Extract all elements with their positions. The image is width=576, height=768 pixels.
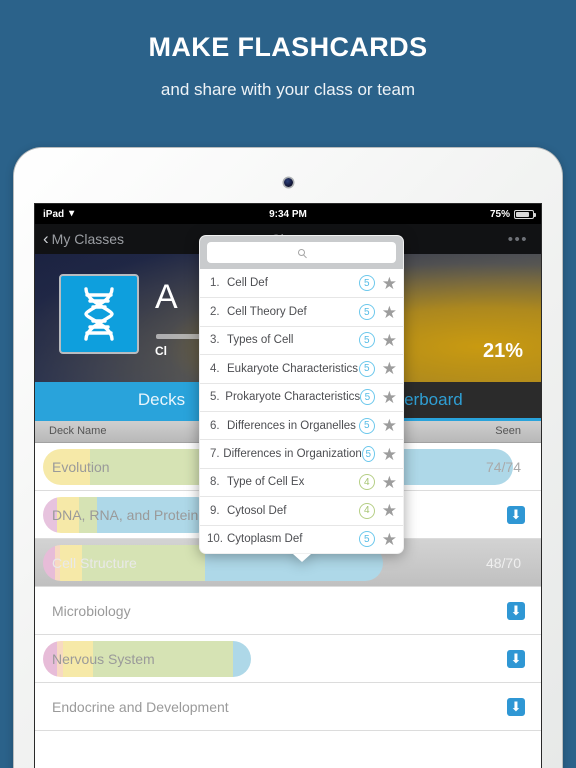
status-bar-right: 75%: [489, 208, 536, 220]
star-icon[interactable]: ★: [382, 275, 397, 292]
status-badge: 5: [361, 446, 375, 463]
list-item-label: Eukaryote Characteristics: [227, 362, 359, 375]
class-name: A: [155, 278, 178, 316]
list-item-number: 1.: [210, 277, 220, 290]
table-row[interactable]: Nervous System ⬇: [35, 635, 541, 683]
status-badge: 5: [358, 332, 375, 349]
deck-name-label: Nervous System: [52, 650, 155, 667]
table-row[interactable]: Endocrine and Development ⬇: [35, 683, 541, 731]
list-item-label: Differences in Organelles: [227, 419, 356, 432]
download-icon[interactable]: ⬇: [507, 649, 525, 668]
deck-name-label: DNA, RNA, and Protein: [52, 506, 199, 523]
list-item-label: Differences in Organization: [223, 448, 362, 461]
search-input[interactable]: [207, 242, 396, 263]
list-item-number: 8.: [210, 476, 220, 489]
star-icon[interactable]: ★: [382, 304, 397, 321]
list-item-number: 2.: [210, 306, 220, 319]
status-badge: 5: [358, 304, 375, 321]
list-item[interactable]: 1. Cell Def 5 ★: [200, 269, 403, 297]
status-bar: iPad ▾ 9:34 PM 75%: [35, 204, 541, 224]
list-item-label: Prokaryote Characteristics: [225, 391, 361, 404]
status-bar-clock: 9:34 PM: [269, 208, 307, 220]
list-item-number: 10.: [207, 533, 223, 546]
promo-title: MAKE FLASHCARDS: [148, 32, 428, 62]
list-item-label: Cytosol Def: [227, 504, 287, 517]
status-badge: 4: [358, 502, 375, 519]
list-item[interactable]: 4. Eukaryote Characteristics 5 ★: [200, 354, 403, 382]
promo-banner: MAKE FLASHCARDS and share with your clas…: [0, 0, 576, 100]
star-icon[interactable]: ★: [382, 360, 397, 377]
status-badge: 5: [358, 360, 375, 377]
list-item-label: Cell Theory Def: [227, 306, 307, 319]
list-item-label: Cytoplasm Def: [227, 533, 303, 546]
popover-tail: [292, 553, 311, 562]
star-icon[interactable]: ★: [382, 417, 397, 434]
list-item-number: 4.: [210, 362, 220, 375]
status-badge: 5: [360, 389, 375, 406]
popover-search-bar: [200, 236, 403, 269]
more-options-button[interactable]: •••: [508, 232, 528, 247]
list-item[interactable]: 6. Differences in Organelles 5 ★: [200, 410, 403, 439]
star-icon[interactable]: ★: [382, 502, 397, 519]
column-header-deck-name: Deck Name: [49, 425, 107, 437]
star-icon[interactable]: ★: [382, 531, 397, 548]
deck-name-label: Cell Structure: [52, 554, 137, 571]
list-item[interactable]: 5. Prokaryote Characteristics 5 ★: [200, 382, 403, 411]
column-header-seen: Seen: [495, 425, 521, 437]
star-icon[interactable]: ★: [382, 474, 397, 491]
ipad-device-frame: iPad ▾ 9:34 PM 75% ‹ My Classes Class ••…: [14, 148, 562, 768]
download-icon[interactable]: ⬇: [507, 505, 525, 524]
list-item-label: Types of Cell: [227, 334, 294, 347]
status-badge: 5: [358, 417, 375, 434]
class-subtitle: Cl: [155, 344, 167, 358]
deck-name-label: Microbiology: [52, 602, 131, 619]
class-progress-percent: 21%: [482, 340, 523, 362]
popover-item-list: 1. Cell Def 5 ★ 2. Cell Theory Def 5 ★ 3. Types o…: [200, 269, 403, 553]
list-item-number: 3.: [210, 334, 220, 347]
status-badge: 5: [358, 531, 375, 548]
star-icon[interactable]: ★: [382, 332, 397, 349]
list-item-label: Type of Cell Ex: [227, 476, 305, 489]
battery-icon: [514, 209, 536, 219]
front-camera-icon: [284, 178, 293, 187]
star-icon[interactable]: ★: [382, 389, 397, 406]
list-item-number: 5.: [210, 391, 220, 404]
list-item[interactable]: 7. Differences in Organization 5 ★: [200, 439, 403, 467]
list-item[interactable]: 2. Cell Theory Def 5 ★: [200, 297, 403, 325]
list-item[interactable]: 8. Type of Cell Ex 4 ★: [200, 467, 403, 496]
progress-segment: [233, 641, 251, 677]
status-badge: 4: [358, 474, 375, 491]
list-item-number: 6.: [210, 419, 220, 432]
table-row[interactable]: Microbiology ⬇: [35, 587, 541, 635]
dna-helix-icon: [59, 274, 139, 354]
deck-seen-count: 74/74: [485, 458, 521, 475]
card-list-popover: 1. Cell Def 5 ★ 2. Cell Theory Def 5 ★ 3. Types o…: [199, 235, 404, 562]
list-item[interactable]: 3. Types of Cell 5 ★: [200, 325, 403, 354]
list-item-label: Cell Def: [227, 277, 268, 290]
download-icon[interactable]: ⬇: [507, 697, 525, 716]
list-item-number: 7.: [210, 448, 220, 461]
status-badge: 5: [358, 275, 375, 292]
list-item[interactable]: 10. Cytoplasm Def 5 ★: [200, 524, 403, 553]
deck-seen-count: 48/70: [485, 554, 521, 571]
download-icon[interactable]: ⬇: [507, 601, 525, 620]
table-row[interactable]: [35, 731, 541, 768]
popover-body: 1. Cell Def 5 ★ 2. Cell Theory Def 5 ★ 3. Types o…: [199, 235, 404, 554]
star-icon[interactable]: ★: [382, 446, 397, 463]
search-icon: [298, 249, 305, 256]
ipad-screen: iPad ▾ 9:34 PM 75% ‹ My Classes Class ••…: [35, 204, 541, 768]
list-item-number: 9.: [210, 504, 220, 517]
list-item[interactable]: 9. Cytosol Def 4 ★: [200, 496, 403, 524]
deck-name-label: Evolution: [52, 458, 110, 475]
deck-name-label: Endocrine and Development: [52, 698, 229, 715]
promo-subtitle: and share with your class or team: [160, 80, 416, 99]
battery-percent-label: 75%: [489, 208, 510, 220]
